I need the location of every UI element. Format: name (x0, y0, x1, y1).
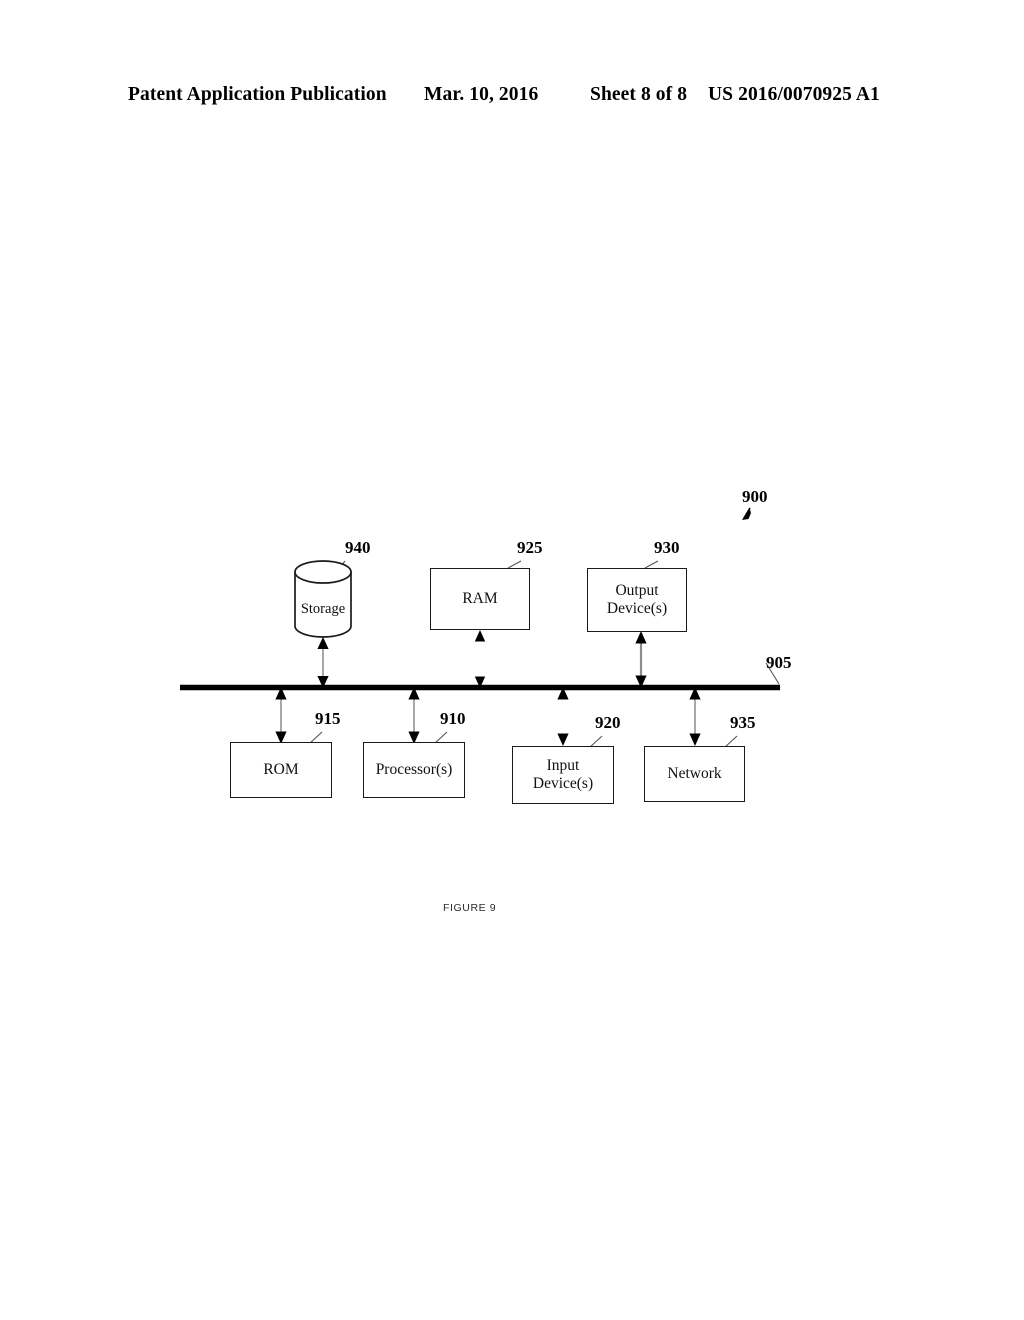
node-processors[interactable]: Processor(s) (363, 742, 465, 798)
figure-vector-layer (180, 507, 780, 749)
node-ram-label: RAM (462, 589, 498, 607)
node-rom[interactable]: ROM (230, 742, 332, 798)
reference-numeral-940: 940 (345, 538, 371, 557)
reference-numeral-915: 915 (315, 709, 341, 728)
node-ram[interactable]: RAM (430, 568, 530, 630)
node-storage[interactable]: Storage (295, 561, 351, 637)
reference-numeral-935: 935 (730, 713, 756, 732)
node-network-label: Network (667, 764, 722, 782)
patent-figure-9: Storage RAM Output Device(s) ROM Process… (0, 0, 1024, 1320)
node-input-devices-label-line2: Device(s) (532, 775, 594, 792)
connector-output-devices-bus (635, 631, 647, 688)
connector-processors-bus (408, 687, 420, 744)
reference-numeral-920: 920 (595, 713, 621, 732)
connector-input-devices-bus (557, 687, 569, 746)
reference-numeral-910: 910 (440, 709, 466, 728)
node-storage-label: Storage (300, 601, 346, 617)
connector-storage-bus (317, 637, 329, 688)
node-network[interactable]: Network (644, 746, 745, 802)
connector-ram-bus (474, 630, 486, 688)
reference-numeral-930: 930 (654, 538, 680, 557)
system-ref-arrow (742, 507, 751, 520)
connector-network-bus (689, 687, 701, 746)
node-input-devices[interactable]: Input Device(s) (512, 746, 614, 804)
reference-numeral-905: 905 (766, 653, 792, 672)
node-output-devices-label-line1: Output (615, 581, 659, 599)
node-rom-label: ROM (263, 760, 299, 778)
reference-numeral-900: 900 (742, 487, 768, 506)
node-output-devices[interactable]: Output Device(s) (587, 568, 687, 632)
reference-numeral-925: 925 (517, 538, 543, 557)
node-output-devices-label-line2: Device(s) (606, 600, 668, 617)
node-input-devices-label-line1: Input (546, 756, 580, 774)
connector-rom-bus (275, 687, 287, 744)
figure-caption: FIGURE 9 (443, 902, 497, 914)
node-processors-label: Processor(s) (375, 760, 453, 778)
